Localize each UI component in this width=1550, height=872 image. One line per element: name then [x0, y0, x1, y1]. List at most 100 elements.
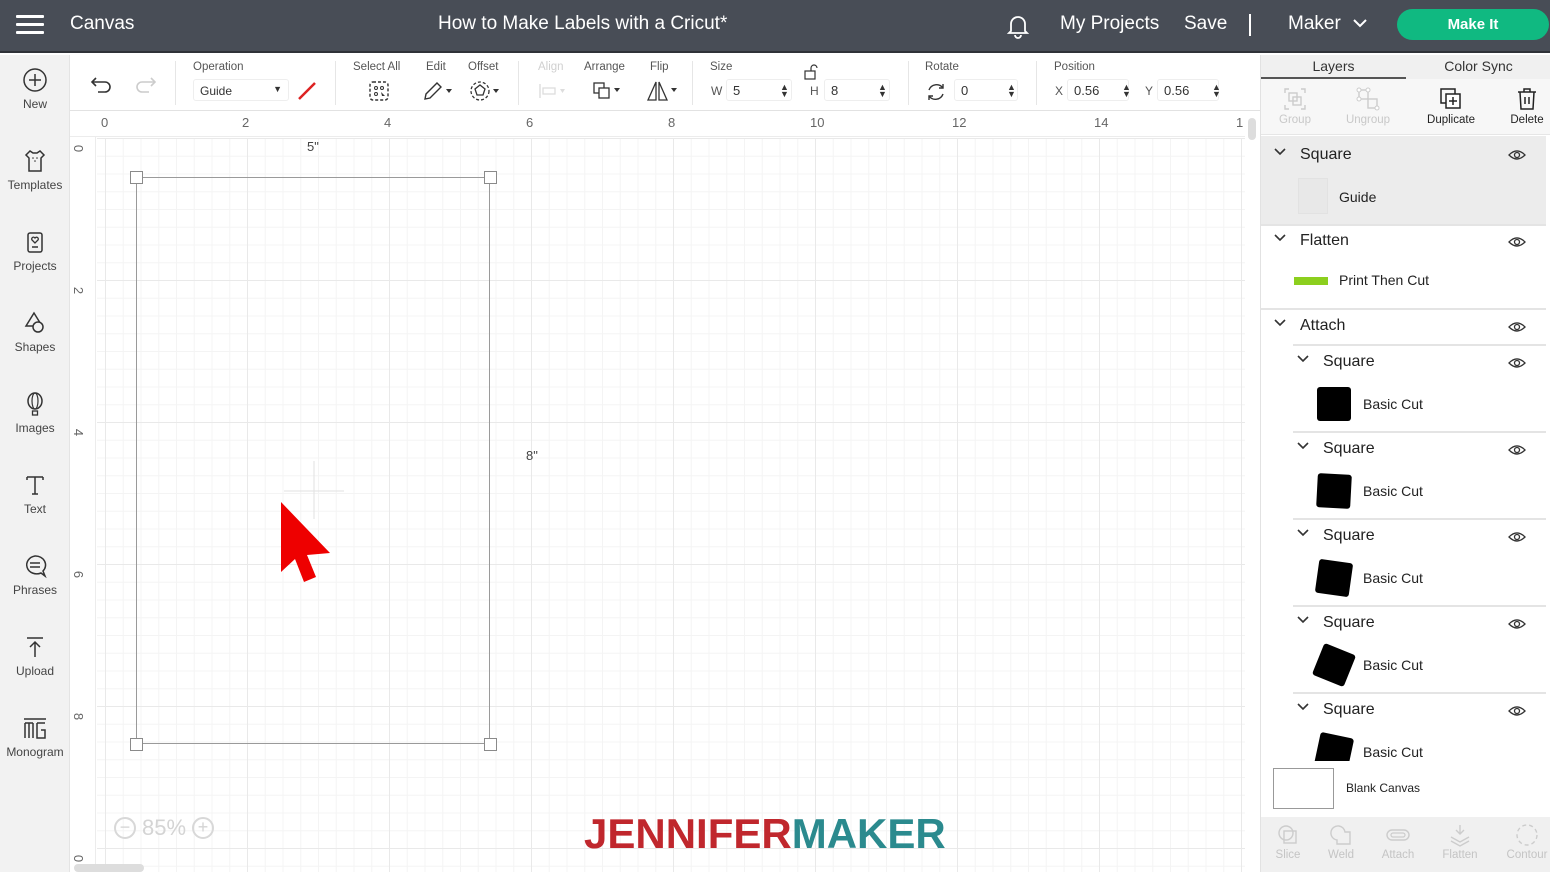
zoom-in-button[interactable]: +: [192, 817, 215, 839]
rotate-stepper[interactable]: ▲ ▼: [1007, 83, 1016, 99]
ruler-tick: 6: [526, 115, 534, 130]
chevron-down-icon[interactable]: [1296, 701, 1310, 715]
horizontal-scrollbar[interactable]: [74, 864, 144, 872]
layer-square-1[interactable]: Square Basic Cut: [1261, 346, 1546, 432]
speech-bubble-icon: [26, 555, 47, 579]
slice-button[interactable]: Slice: [1271, 823, 1305, 861]
tab-layers[interactable]: Layers: [1261, 55, 1406, 79]
menu-icon[interactable]: [16, 15, 44, 35]
nav-text[interactable]: Text: [0, 472, 70, 516]
eye-icon[interactable]: [1508, 148, 1526, 166]
width-stepper[interactable]: ▲ ▼: [780, 83, 789, 99]
eye-icon[interactable]: [1508, 704, 1526, 722]
resize-handle-top-left[interactable]: [130, 171, 143, 184]
tab-color-sync[interactable]: Color Sync: [1406, 55, 1550, 79]
eye-icon[interactable]: [1508, 356, 1526, 374]
height-stepper[interactable]: ▲ ▼: [878, 83, 887, 99]
eye-icon[interactable]: [1508, 530, 1526, 548]
flip-icon[interactable]: [646, 80, 680, 107]
operation-value: Guide: [200, 84, 233, 98]
x-stepper[interactable]: ▲ ▼: [1122, 83, 1131, 99]
flatten-label: Flatten: [1442, 849, 1478, 861]
blank-canvas-row[interactable]: Blank Canvas: [1261, 761, 1550, 817]
logo-part-jennifer: JENNIFER: [584, 810, 792, 857]
make-it-button[interactable]: Make It: [1397, 9, 1549, 40]
zoom-out-button[interactable]: −: [114, 817, 136, 839]
eye-icon[interactable]: [1508, 443, 1526, 461]
chevron-down-icon[interactable]: [1273, 317, 1287, 331]
chevron-down-icon[interactable]: [1296, 614, 1310, 628]
nav-images[interactable]: Images: [0, 391, 70, 435]
undo-icon[interactable]: [90, 73, 114, 100]
trash-icon: [1518, 88, 1536, 110]
machine-selector[interactable]: Maker: [1288, 13, 1368, 35]
offset-label: Offset: [468, 61, 499, 73]
resize-handle-bottom-left[interactable]: [130, 738, 143, 751]
blank-canvas-swatch[interactable]: [1273, 768, 1334, 809]
nav-label: New: [22, 97, 47, 111]
y-position-input[interactable]: 0.56: [1157, 79, 1219, 101]
vertical-scrollbar[interactable]: [1248, 118, 1256, 140]
layer-square-guide[interactable]: Square Guide: [1261, 136, 1546, 224]
chevron-down-icon[interactable]: [1296, 440, 1310, 454]
top-bar: Canvas How to Make Labels with a Cricut*…: [0, 0, 1550, 53]
layer-square-2[interactable]: Square Basic Cut: [1261, 433, 1546, 519]
resize-handle-bottom-right[interactable]: [484, 738, 497, 751]
contour-button[interactable]: Contour: [1503, 823, 1550, 861]
select-all-icon[interactable]: [368, 80, 390, 107]
arrange-icon[interactable]: [592, 80, 624, 107]
nav-projects[interactable]: Projects: [0, 229, 70, 273]
layer-square-3[interactable]: Square Basic Cut: [1261, 520, 1546, 606]
offset-icon[interactable]: [469, 80, 503, 107]
eye-icon[interactable]: [1508, 235, 1526, 253]
panel-tabs: Layers Color Sync: [1261, 55, 1550, 79]
width-label: W: [711, 84, 723, 98]
nav-upload[interactable]: Upload: [0, 634, 70, 678]
nav-templates[interactable]: Templates: [0, 148, 70, 192]
layer-square-4[interactable]: Square Basic Cut: [1261, 607, 1546, 693]
my-projects-link[interactable]: My Projects: [1060, 13, 1159, 35]
chevron-down-icon[interactable]: [1273, 232, 1287, 246]
chevron-down-icon[interactable]: [1273, 146, 1287, 160]
nav-phrases[interactable]: Phrases: [0, 553, 70, 597]
rotate-icon[interactable]: [925, 81, 947, 108]
save-button[interactable]: Save: [1184, 13, 1227, 35]
lock-open-icon[interactable]: [803, 63, 819, 86]
contour-label: Contour: [1506, 849, 1548, 861]
flatten-button[interactable]: Flatten: [1439, 823, 1481, 861]
ruler-tick: 12: [952, 115, 967, 130]
bell-icon[interactable]: [1005, 13, 1031, 39]
document-title: How to Make Labels with a Cricut*: [438, 13, 728, 34]
x-position-input[interactable]: 0.56: [1067, 79, 1129, 101]
nav-new[interactable]: New: [0, 67, 70, 111]
rotate-label: Rotate: [925, 61, 959, 73]
flatten-icon: [1450, 825, 1470, 847]
chevron-down-icon[interactable]: [1296, 527, 1310, 541]
color-swatch-icon[interactable]: [296, 80, 318, 107]
duplicate-button[interactable]: Duplicate: [1421, 87, 1481, 126]
group-button[interactable]: Group: [1275, 87, 1315, 126]
eye-icon[interactable]: [1508, 320, 1526, 338]
ruler-vertical: 0 2 4 6 8 0: [70, 137, 96, 872]
ungroup-button[interactable]: Ungroup: [1343, 87, 1393, 126]
chevron-down-icon[interactable]: [1296, 353, 1310, 367]
logo-part-maker: MAKER: [791, 810, 946, 857]
eye-icon[interactable]: [1508, 617, 1526, 635]
layer-attach[interactable]: Attach: [1261, 310, 1546, 346]
layer-flatten[interactable]: Flatten Print Then Cut: [1261, 226, 1546, 308]
design-canvas[interactable]: 0 2 4 6 8 10 12 14 1 0 2 4 6 8 0 5" 8" −…: [70, 111, 1245, 872]
edit-pencil-icon[interactable]: [422, 80, 454, 107]
attach-button[interactable]: Attach: [1378, 823, 1418, 861]
layer-thumbnail: [1316, 473, 1352, 509]
duplicate-icon: [1440, 88, 1461, 109]
align-icon[interactable]: [538, 81, 570, 106]
redo-icon[interactable]: [133, 73, 157, 100]
nav-monogram[interactable]: Monogram: [0, 715, 70, 759]
y-stepper[interactable]: ▲ ▼: [1212, 83, 1221, 99]
nav-shapes[interactable]: Shapes: [0, 310, 70, 354]
weld-button[interactable]: Weld: [1323, 823, 1359, 861]
operation-select[interactable]: Guide ▼: [193, 79, 289, 101]
layer-square-5[interactable]: Square Basic Cut: [1261, 694, 1546, 766]
resize-handle-top-right[interactable]: [484, 171, 497, 184]
delete-button[interactable]: Delete: [1505, 87, 1549, 126]
